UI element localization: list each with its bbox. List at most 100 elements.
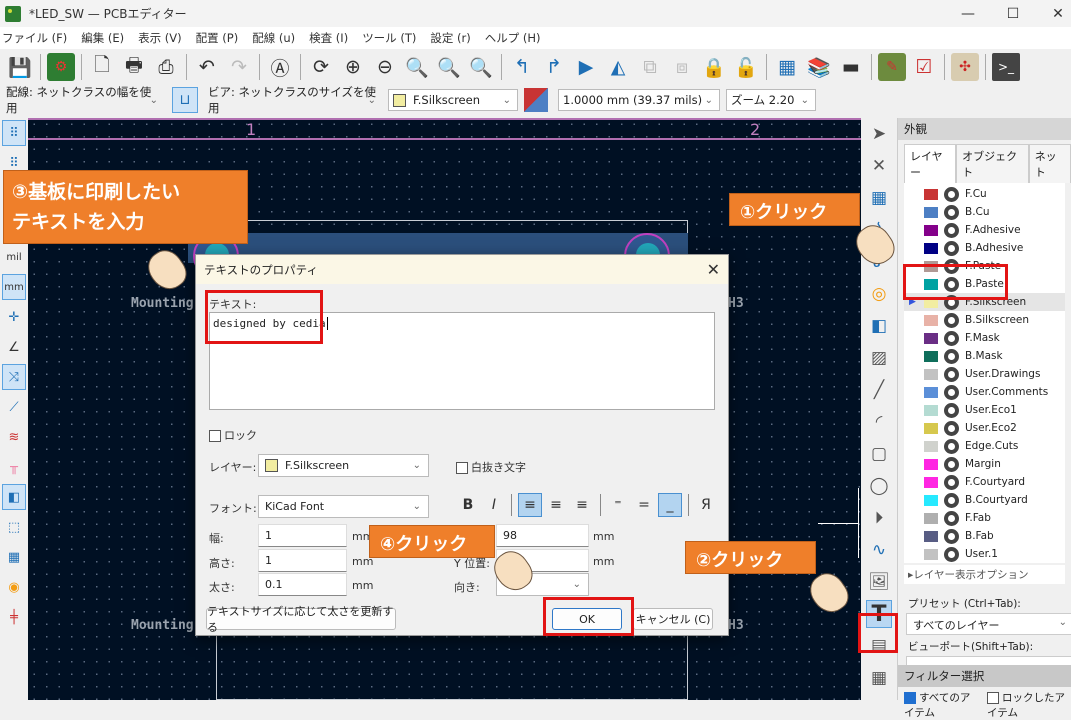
- x-position-input[interactable]: 98: [496, 524, 589, 547]
- tab-objects[interactable]: オブジェクト: [956, 144, 1029, 183]
- layer-color-swatch[interactable]: [924, 188, 938, 200]
- visibility-eye-icon[interactable]: [944, 240, 959, 256]
- thickness-input[interactable]: 0.1: [258, 573, 347, 596]
- visibility-eye-icon[interactable]: [944, 402, 959, 418]
- track-display-icon[interactable]: ≋: [2, 424, 26, 450]
- unlock-icon[interactable]: 🔓: [732, 53, 760, 81]
- layer-row[interactable]: User.Eco2: [904, 419, 1065, 437]
- layer-row[interactable]: F.Fab: [904, 509, 1065, 527]
- align-left-icon[interactable]: ≡: [518, 493, 542, 517]
- grid-toggle-icon[interactable]: ⠿: [2, 120, 26, 146]
- menu-place[interactable]: 配置 (P): [194, 30, 247, 46]
- print-icon[interactable]: 🖶: [120, 53, 148, 81]
- layer-pair-icon[interactable]: [524, 88, 548, 112]
- visibility-eye-icon[interactable]: [944, 492, 959, 508]
- layer-color-swatch[interactable]: [924, 548, 938, 560]
- layer-row[interactable]: User.Comments: [904, 383, 1065, 401]
- via-display-icon[interactable]: ╥: [2, 454, 26, 480]
- group-icon[interactable]: ⧉: [636, 53, 664, 81]
- layer-color-swatch[interactable]: [924, 206, 938, 218]
- draw-polygon-icon[interactable]: ⏵: [866, 504, 892, 532]
- knockout-checkbox[interactable]: 白抜き文字: [456, 459, 526, 475]
- plot-icon[interactable]: ⎙: [152, 53, 180, 81]
- visibility-eye-icon[interactable]: [944, 474, 959, 490]
- local-ratsnest-icon[interactable]: ✕: [866, 152, 892, 180]
- visibility-eye-icon[interactable]: [944, 330, 959, 346]
- visibility-eye-icon[interactable]: [944, 366, 959, 382]
- menu-tools[interactable]: ツール (T): [360, 30, 424, 46]
- select-arrow-icon[interactable]: ➤: [866, 120, 892, 148]
- layer-row[interactable]: Edge.Cuts: [904, 437, 1065, 455]
- layer-row[interactable]: F.Adhesive: [904, 221, 1065, 239]
- zoom-fit-icon[interactable]: 🔍: [403, 53, 431, 81]
- layer-row[interactable]: F.Cu: [904, 185, 1065, 203]
- curved-ratsnest-icon[interactable]: ⟋: [2, 394, 26, 420]
- layer-color-swatch[interactable]: [924, 512, 938, 524]
- angle-snap-icon[interactable]: ∠: [2, 334, 26, 360]
- valign-top-icon[interactable]: ⁼: [606, 493, 630, 517]
- visibility-eye-icon[interactable]: [944, 384, 959, 400]
- layer-row[interactable]: User.Eco1: [904, 401, 1065, 419]
- layer-row[interactable]: Margin: [904, 455, 1065, 473]
- layer-row[interactable]: B.Courtyard: [904, 491, 1065, 509]
- schematic-icon[interactable]: ✎: [878, 53, 906, 81]
- menu-preferences[interactable]: 設定 (r): [428, 30, 478, 46]
- drc-icon[interactable]: ☑: [910, 53, 938, 81]
- menu-help[interactable]: ヘルプ (H): [483, 30, 549, 46]
- layer-color-swatch[interactable]: [924, 494, 938, 506]
- ungroup-icon[interactable]: ⧈: [668, 53, 696, 81]
- menu-view[interactable]: 表示 (V): [136, 30, 190, 46]
- layer-color-swatch[interactable]: [924, 224, 938, 236]
- layer-row[interactable]: User.Drawings: [904, 365, 1065, 383]
- zoom-select[interactable]: ズーム 2.20 ⌄: [726, 89, 816, 111]
- layer-row[interactable]: B.Silkscreen: [904, 311, 1065, 329]
- draw-rectangle-icon[interactable]: ▢: [866, 440, 892, 468]
- width-input[interactable]: 1: [258, 524, 347, 547]
- footprint-editor-icon[interactable]: ▦: [773, 53, 801, 81]
- redo-icon[interactable]: ↷: [225, 53, 253, 81]
- bold-button[interactable]: B: [456, 493, 480, 517]
- draw-line-icon[interactable]: ╱: [866, 376, 892, 404]
- visibility-eye-icon[interactable]: [944, 546, 959, 562]
- lock-icon[interactable]: 🔒: [700, 53, 728, 81]
- active-layer-select[interactable]: F.Silkscreen ⌄: [388, 89, 518, 111]
- mirror-button[interactable]: Я: [694, 493, 718, 517]
- zoom-in-icon[interactable]: ⊕: [339, 53, 367, 81]
- add-image-icon[interactable]: 🖼: [866, 568, 892, 596]
- valign-center-icon[interactable]: =: [632, 493, 656, 517]
- italic-button[interactable]: I: [482, 493, 506, 517]
- find-icon[interactable]: Ⓐ: [266, 53, 294, 81]
- layer-display-options[interactable]: ▸レイヤー表示オプション: [904, 565, 1065, 584]
- layer-color-swatch[interactable]: [924, 368, 938, 380]
- undo-icon[interactable]: ↶: [193, 53, 221, 81]
- cancel-button[interactable]: キャンセル (C): [633, 608, 713, 630]
- zoom-objects-icon[interactable]: 🔍: [435, 53, 463, 81]
- filter-locked-checkbox[interactable]: ロックしたアイテム: [986, 690, 1071, 720]
- layer-row[interactable]: F.Mask: [904, 329, 1065, 347]
- layer-color-swatch[interactable]: [924, 386, 938, 398]
- visibility-eye-icon[interactable]: [944, 456, 959, 472]
- layer-select[interactable]: F.Silkscreen ⌄: [258, 454, 429, 477]
- minimize-button[interactable]: —: [945, 0, 991, 27]
- layer-row[interactable]: B.Adhesive: [904, 239, 1065, 257]
- grid-select[interactable]: 1.0000 mm (39.37 mils) ⌄: [558, 89, 720, 111]
- visibility-eye-icon[interactable]: [944, 438, 959, 454]
- layer-row[interactable]: B.Fab: [904, 527, 1065, 545]
- scripting-console-icon[interactable]: >_: [992, 53, 1020, 81]
- units-mm-button[interactable]: mm: [2, 274, 26, 300]
- layer-color-swatch[interactable]: [924, 530, 938, 542]
- high-contrast-icon[interactable]: ╪: [2, 604, 26, 630]
- filter-all-checkbox[interactable]: すべてのアイテム: [904, 690, 979, 720]
- add-zone-icon[interactable]: ◧: [866, 312, 892, 340]
- layer-color-swatch[interactable]: [924, 314, 938, 326]
- save-icon[interactable]: 💾: [6, 53, 34, 81]
- page-settings-icon[interactable]: 🗋: [88, 53, 116, 81]
- visibility-eye-icon[interactable]: [944, 510, 959, 526]
- zoom-out-icon[interactable]: ⊖: [371, 53, 399, 81]
- tab-layers[interactable]: レイヤー: [904, 144, 957, 183]
- update-thickness-button[interactable]: テキストサイズに応じて太さを更新する: [206, 605, 396, 634]
- lock-checkbox[interactable]: ロック: [209, 427, 257, 443]
- auto-track-width-icon[interactable]: ⊔: [172, 87, 198, 113]
- add-footprint-icon[interactable]: ▦: [866, 184, 892, 212]
- layer-color-swatch[interactable]: [924, 404, 938, 416]
